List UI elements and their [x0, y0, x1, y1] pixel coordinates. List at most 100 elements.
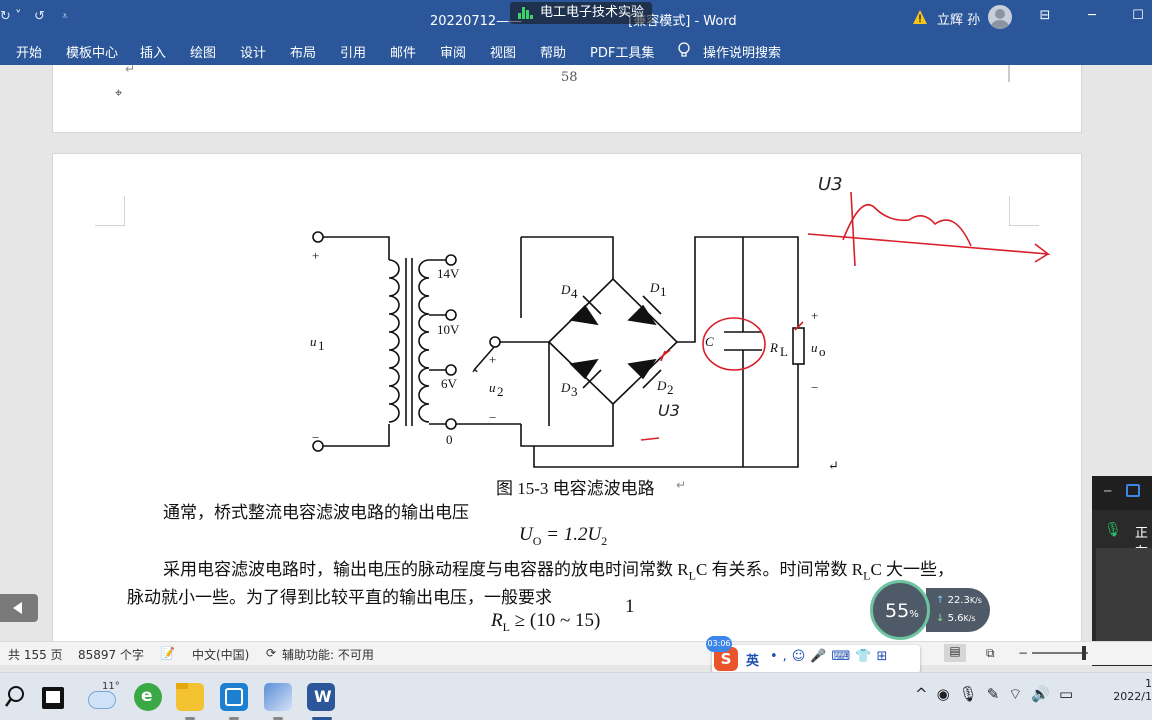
customize-quick-access-icon[interactable]: ⩡: [62, 11, 68, 22]
zoom-slider-thumb[interactable]: [1082, 646, 1086, 660]
svg-text:U3: U3: [818, 174, 843, 195]
tab-draw[interactable]: 绘图: [190, 42, 216, 61]
search-icon[interactable]: [4, 685, 26, 709]
tab-references[interactable]: 引用: [340, 42, 366, 61]
svg-text:1: 1: [660, 284, 667, 299]
lightbulb-icon: [678, 42, 690, 57]
zoom-slider[interactable]: [1032, 652, 1088, 654]
recording-overlay[interactable]: 电工电子技术实验: [510, 2, 653, 24]
tool-app-icon[interactable]: [264, 683, 292, 711]
title-bar: ↻ ˅ ↺ ⩡ 20220712—— [兼容模式] - Word 电工电子技术实验…: [0, 0, 1152, 36]
svg-text:R: R: [769, 340, 778, 355]
svg-text:2: 2: [667, 382, 674, 397]
network-speed-widget[interactable]: ↑ 22.3K/s ↓ 5.6K/s 55%: [870, 580, 990, 640]
document-area[interactable]: 58 ↵ ⌖ + − u 1 14V 10V 6V 0 + − u 2 D 4 …: [0, 65, 1152, 641]
repeat-icon[interactable]: ↺: [34, 9, 45, 24]
svg-text:14V: 14V: [437, 266, 460, 281]
download-icon: ↓: [936, 613, 945, 624]
current-page[interactable]: + − u 1 14V 10V 6V 0 + − u 2 D 4 D 1 D 3…: [52, 153, 1082, 641]
svg-text:u: u: [310, 334, 317, 349]
print-layout-icon[interactable]: ▤: [944, 644, 966, 662]
system-tray[interactable]: ^◉🎙✎⌔🔊▭: [915, 685, 1082, 704]
accessibility-icon: ⟳: [266, 646, 277, 660]
svg-text:D: D: [560, 282, 571, 297]
restore-icon[interactable]: ☐: [1130, 8, 1146, 24]
side-panel[interactable]: ─ 🎙 正在: [1092, 476, 1152, 666]
upload-icon: ↑: [936, 595, 945, 606]
handwritten-pen: [472, 369, 478, 373]
tab-review[interactable]: 审阅: [440, 42, 466, 61]
formula-fraction-numerator: 1: [625, 596, 635, 617]
svg-text:u: u: [489, 380, 496, 395]
clock[interactable]: 1 2022/1: [1112, 677, 1152, 703]
svg-text:U3: U3: [658, 401, 680, 420]
svg-text:3: 3: [571, 384, 578, 399]
handwritten-ink: [640, 191, 1051, 441]
task-view-icon[interactable]: [42, 687, 64, 709]
svg-text:+: +: [811, 308, 818, 323]
svg-text:D: D: [560, 380, 571, 395]
language-indicator[interactable]: 中文(中国): [192, 646, 249, 663]
tab-home[interactable]: 开始: [16, 42, 42, 61]
ime-toolbar[interactable]: S 英 •,☺🎤⌨👕⊞: [712, 645, 920, 673]
ribbon-tabs: 开始 模板中心 插入 绘图 设计 布局 引用 邮件 审阅 视图 帮助 PDF工具…: [0, 36, 1152, 65]
tab-insert[interactable]: 插入: [140, 42, 166, 61]
tab-design[interactable]: 设计: [240, 42, 266, 61]
status-bar: 共 155 页 85897 个字 📝 中文(中国) ⟳ 辅助功能: 不可用 ▤ …: [0, 641, 1152, 665]
formula-rl-requirement: RL ≥ (10 ~ 15): [491, 610, 601, 634]
accessibility-status[interactable]: 辅助功能: 不可用: [282, 646, 374, 663]
svg-text:−: −: [811, 380, 818, 395]
avatar[interactable]: [988, 5, 1012, 29]
file-explorer-icon[interactable]: [176, 683, 204, 711]
figure-caption: 图 15-3 电容滤波电路: [496, 479, 655, 498]
word-icon[interactable]: W: [307, 683, 335, 711]
paragraph-2-line-2: 脉动就小一些。为了得到比较平直的输出电压，一般要求: [127, 588, 552, 607]
browser-icon[interactable]: e: [134, 683, 162, 711]
proofing-icon[interactable]: 📝: [160, 646, 175, 660]
paragraph-mark: ↵: [125, 65, 136, 76]
tell-me-search[interactable]: 操作说明搜索: [703, 42, 781, 61]
tab-view[interactable]: 视图: [490, 42, 516, 61]
zoom-out-icon[interactable]: −: [1018, 646, 1028, 660]
previous-page[interactable]: 58 ↵ ⌖: [52, 65, 1082, 133]
svg-text:−: −: [489, 410, 496, 425]
ime-language[interactable]: 英: [746, 650, 759, 669]
redo-icon[interactable]: ↻ ˅: [0, 9, 22, 24]
svg-text:o: o: [819, 344, 826, 359]
page-number: 58: [561, 70, 578, 85]
chart-app-icon[interactable]: [220, 683, 248, 711]
web-layout-icon[interactable]: ⧉: [986, 646, 995, 661]
svg-text:0: 0: [446, 432, 453, 447]
svg-text:2: 2: [497, 384, 504, 399]
minimize-icon[interactable]: ─: [1084, 8, 1100, 24]
ribbon-display-icon[interactable]: ⊟: [1037, 8, 1053, 24]
svg-text:+: +: [312, 248, 319, 263]
word-count[interactable]: 85897 个字: [78, 646, 144, 663]
tab-template-center[interactable]: 模板中心: [66, 42, 118, 61]
tab-layout[interactable]: 布局: [290, 42, 316, 61]
svg-text:10V: 10V: [437, 322, 460, 337]
memory-percent: 55%: [885, 600, 919, 622]
formula-output-voltage: UO = 1.2U2: [519, 524, 608, 548]
crop-mark: [1008, 65, 1010, 82]
ime-tool-icons[interactable]: •,☺🎤⌨👕⊞: [770, 649, 892, 664]
window-icon[interactable]: [1126, 484, 1140, 497]
svg-text:D: D: [649, 280, 660, 295]
tab-mailings[interactable]: 邮件: [390, 42, 416, 61]
tab-pdf-tools[interactable]: PDF工具集: [590, 42, 654, 61]
tab-help[interactable]: 帮助: [540, 42, 566, 61]
collapse-panel-button[interactable]: [0, 594, 38, 622]
paragraph-2-line-1: 采用电容滤波电路时，输出电压的脉动程度与电容器的放电时间常数 RLC 有关系。时…: [163, 560, 955, 583]
page-count[interactable]: 共 155 页: [8, 646, 63, 663]
weather-icon[interactable]: [88, 691, 116, 709]
minimize-icon[interactable]: ─: [1104, 484, 1111, 498]
taskbar: 11° e W ^◉🎙✎⌔🔊▭ 1 2022/1: [0, 672, 1152, 720]
svg-text:−: −: [312, 430, 319, 445]
microphone-icon[interactable]: 🎙: [1104, 522, 1122, 538]
user-name[interactable]: 立辉 孙: [937, 9, 980, 28]
audio-level-icon: [518, 7, 534, 19]
svg-text:+: +: [489, 352, 496, 367]
paragraph-1: 通常，桥式整流电容滤波电路的输出电压: [163, 503, 469, 522]
warning-icon[interactable]: [912, 9, 928, 25]
weather-temperature: 11°: [102, 681, 120, 692]
